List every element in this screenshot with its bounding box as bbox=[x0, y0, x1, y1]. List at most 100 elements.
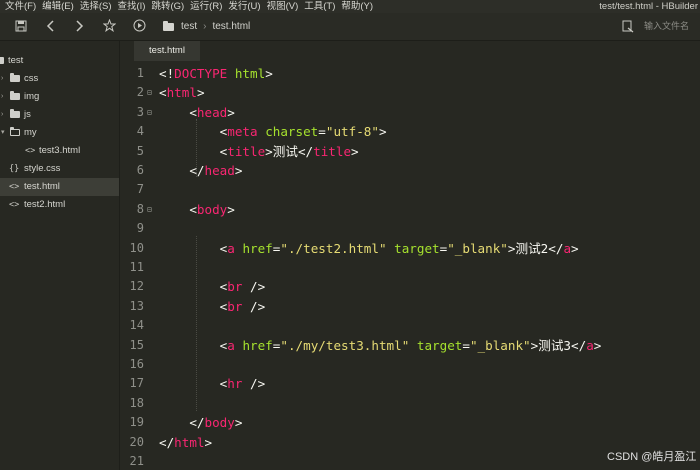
code-token: < bbox=[159, 240, 228, 256]
menu-item[interactable]: 视图(V) bbox=[264, 0, 302, 13]
code-line: <body> bbox=[159, 200, 235, 219]
code-token: "utf-8" bbox=[325, 124, 379, 140]
fold-toggle-icon[interactable]: ⊟ bbox=[147, 200, 152, 219]
breadcrumb-separator: › bbox=[203, 21, 207, 32]
chevron-right-icon[interactable]: › bbox=[1, 106, 3, 124]
breadcrumb-file[interactable]: test.html bbox=[212, 21, 250, 32]
code-token: title bbox=[227, 143, 266, 159]
code-token: "_blank" bbox=[469, 337, 531, 353]
menu-item[interactable]: 选择(S) bbox=[77, 0, 115, 13]
fold-toggle-icon[interactable]: ⊟ bbox=[147, 103, 152, 122]
tree-item-label: test.html bbox=[24, 181, 60, 192]
breadcrumb: test › test.html bbox=[163, 13, 250, 40]
code-token: /> bbox=[242, 298, 266, 314]
code-token: br bbox=[227, 298, 243, 314]
star-icon[interactable] bbox=[100, 17, 118, 35]
menu-item[interactable]: 文件(F) bbox=[2, 0, 39, 13]
code-token: body bbox=[204, 415, 235, 431]
tree-item[interactable]: ▾ my bbox=[0, 124, 119, 142]
run-icon[interactable] bbox=[130, 17, 148, 35]
code-line: <a href="./test2.html" target="_blank">测… bbox=[159, 239, 579, 258]
menu-item[interactable]: 查找(I) bbox=[114, 0, 148, 13]
code-token: = bbox=[462, 337, 470, 353]
css-file-icon: {} bbox=[9, 164, 20, 174]
breadcrumb-project[interactable]: test bbox=[181, 21, 197, 32]
code-line: <!DOCTYPE html> bbox=[159, 64, 273, 83]
code-token: /> bbox=[242, 279, 266, 295]
menu-item[interactable]: 工具(T) bbox=[301, 0, 338, 13]
code-token: html bbox=[174, 434, 205, 450]
code-token: html bbox=[166, 85, 197, 101]
tree-item[interactable]: <> test.html bbox=[0, 178, 119, 196]
line-number-gutter: 1 2 ⊟ 3 ⊟ 4 5 6 7 8 ⊟ 9 10 11 12 13 14 15 16 17 18 19 20 21 bbox=[120, 61, 152, 470]
code-token: body bbox=[196, 201, 228, 217]
line-number: 12 bbox=[129, 279, 144, 294]
code-token: </ bbox=[297, 143, 314, 159]
tree-item[interactable]: ▾test bbox=[0, 52, 119, 70]
tree-item-label: js bbox=[24, 109, 31, 120]
tab-test-html[interactable]: test.html bbox=[134, 41, 200, 61]
save-icon[interactable] bbox=[12, 17, 30, 35]
menu-item[interactable]: 编辑(E) bbox=[39, 0, 77, 13]
code-token: br bbox=[227, 279, 243, 295]
code-editor[interactable]: 1 2 ⊟ 3 ⊟ 4 5 6 7 8 ⊟ 9 10 11 12 13 14 15 16 17 18 19 20 21 <!D… bbox=[120, 61, 700, 470]
line-number: 1 bbox=[136, 66, 144, 80]
menu-item[interactable]: 运行(R) bbox=[187, 0, 225, 13]
editor-tab-bar: test.html bbox=[120, 41, 700, 61]
chevron-down-icon[interactable]: ▾ bbox=[1, 124, 5, 142]
chevron-right-icon[interactable]: › bbox=[1, 88, 3, 106]
code-token: < bbox=[159, 85, 167, 101]
goto-file-icon bbox=[622, 18, 636, 34]
tree-item[interactable]: › js bbox=[0, 106, 119, 124]
code-token: </ bbox=[571, 337, 587, 353]
tree-item-label: img bbox=[24, 91, 40, 102]
code-token: > bbox=[227, 104, 235, 120]
tree-item[interactable]: <> test2.html bbox=[0, 196, 119, 214]
line-number: 8 bbox=[136, 201, 144, 216]
code-line: <br /> bbox=[159, 277, 266, 296]
code-token: DOCTYPE bbox=[174, 66, 228, 81]
code-token: head bbox=[204, 163, 235, 178]
code-token: meta bbox=[227, 124, 258, 140]
line-number: 13 bbox=[129, 298, 144, 313]
code-line: <title>测试</title> bbox=[159, 142, 359, 161]
line-number: 15 bbox=[129, 337, 144, 352]
fold-toggle-icon[interactable]: ⊟ bbox=[147, 83, 152, 102]
line-number: 7 bbox=[136, 182, 144, 197]
hbuilder-window: 文件(F) 编辑(E) 选择(S) 查找(I) 跳转(G) 运行(R) 发行(U) 视图(V)… bbox=[0, 0, 700, 470]
file-search-input[interactable] bbox=[641, 18, 700, 34]
menu-item[interactable]: 跳转(G) bbox=[148, 0, 187, 13]
tree-item-label: css bbox=[24, 73, 39, 84]
chevron-right-icon[interactable]: › bbox=[1, 70, 3, 88]
line-number: 16 bbox=[129, 357, 144, 371]
code-token: < bbox=[159, 143, 228, 159]
line-number: 18 bbox=[129, 395, 144, 410]
code-token: > bbox=[351, 143, 359, 159]
menu-item[interactable]: 帮助(Y) bbox=[338, 0, 376, 13]
code-line: </head> bbox=[159, 161, 242, 180]
tree-item[interactable]: {} style.css bbox=[0, 160, 119, 178]
menu-items: 文件(F) 编辑(E) 选择(S) 查找(I) 跳转(G) 运行(R) 发行(U) 视图(V)… bbox=[2, 0, 376, 13]
back-icon[interactable] bbox=[42, 17, 60, 35]
tree-item[interactable]: › img bbox=[0, 88, 119, 106]
code-token: 测试3 bbox=[538, 337, 572, 353]
folder-open-icon bbox=[10, 127, 20, 136]
code-line: </body> bbox=[159, 413, 242, 432]
tree-item[interactable]: <> test3.html bbox=[0, 142, 119, 160]
code-token: > bbox=[593, 337, 602, 353]
code-token: head bbox=[196, 104, 228, 120]
tree-item-label: test3.html bbox=[39, 145, 81, 156]
tree-item-label: my bbox=[24, 127, 37, 138]
code-token: </ bbox=[159, 434, 175, 450]
code-token: </ bbox=[159, 415, 205, 431]
tree-item[interactable]: › css bbox=[0, 70, 119, 88]
code-line: <hr /> bbox=[159, 374, 266, 393]
menu-item[interactable]: 发行(U) bbox=[225, 0, 263, 13]
code-token: > bbox=[234, 415, 243, 431]
line-number: 3 bbox=[136, 104, 144, 119]
line-number: 19 bbox=[129, 415, 144, 430]
forward-icon[interactable] bbox=[70, 17, 88, 35]
code-token: target bbox=[394, 240, 440, 256]
code-line: <html> bbox=[159, 83, 205, 102]
